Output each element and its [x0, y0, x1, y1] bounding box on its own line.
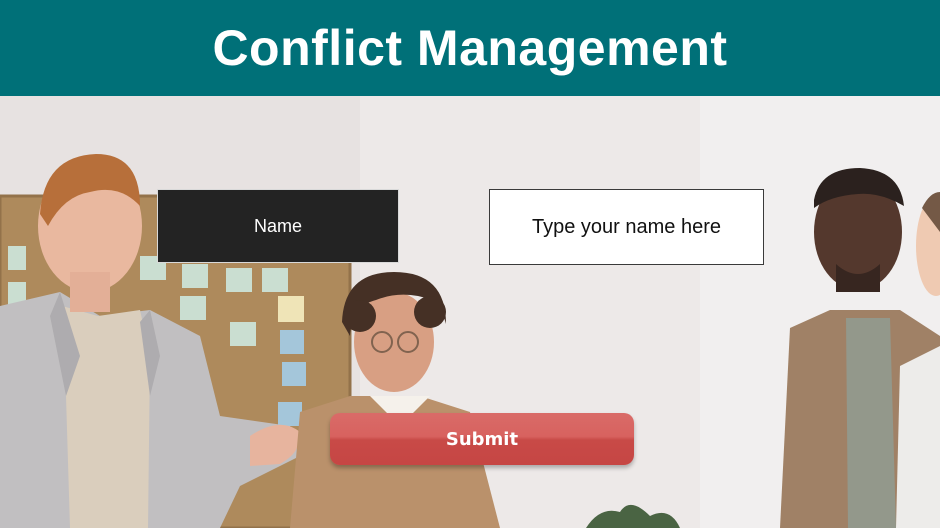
submit-button-label: Submit [445, 428, 519, 450]
page-title: Conflict Management [212, 20, 728, 76]
name-label-text: Name [253, 215, 302, 236]
submit-button[interactable]: Submit [330, 413, 634, 465]
name-label: Name [157, 189, 399, 263]
title-banner: Conflict Management [0, 0, 940, 96]
name-input[interactable] [489, 189, 764, 265]
